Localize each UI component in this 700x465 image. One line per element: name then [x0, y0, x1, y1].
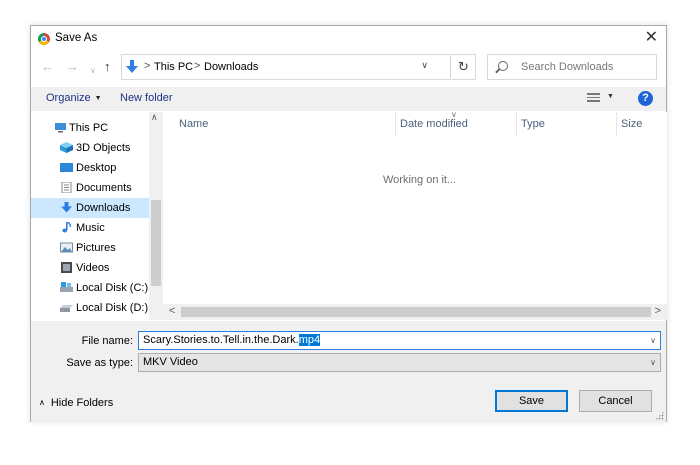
sidebar-item-documents[interactable]: Documents: [31, 178, 149, 198]
chrome-app-icon: [38, 33, 50, 45]
hide-folders-button[interactable]: ∧ Hide Folders: [39, 397, 113, 409]
sidebar-item-label: 3D Objects: [76, 142, 131, 154]
scroll-left-icon[interactable]: <: [169, 305, 175, 317]
save-button[interactable]: Save: [495, 390, 568, 412]
column-header-name[interactable]: Name: [179, 118, 208, 130]
view-options-icon[interactable]: [587, 93, 600, 104]
horizontal-scroll-thumb[interactable]: [181, 307, 651, 317]
sidebar-item-local-disk-c[interactable]: Local Disk (C:): [31, 278, 149, 298]
loading-status: Working on it...: [383, 174, 457, 186]
scroll-up-icon[interactable]: ∧: [151, 112, 158, 123]
pictures-icon: [60, 242, 73, 253]
save-as-type-select[interactable]: MKV Video ∨: [138, 353, 661, 372]
cancel-button[interactable]: Cancel: [579, 390, 652, 412]
column-divider[interactable]: [395, 112, 396, 136]
organize-label: Organize: [46, 92, 91, 104]
sidebar-item-this-pc[interactable]: This PC: [31, 118, 149, 138]
sidebar-item-label: Local Disk (D:): [76, 302, 149, 314]
local-disk-c-icon: [60, 282, 73, 292]
column-header-date-modified[interactable]: Date modified: [400, 118, 468, 130]
title-bar: Save As ✕: [31, 26, 666, 52]
sidebar-item-label: Music: [76, 222, 105, 234]
column-header-type[interactable]: Type: [521, 118, 545, 130]
desktop-icon: [60, 163, 73, 172]
address-bar[interactable]: > This PC > Downloads ∨: [121, 54, 451, 80]
close-icon[interactable]: ✕: [645, 29, 658, 47]
recent-locations-chevron-icon[interactable]: ∨: [90, 63, 96, 79]
sidebar-item-3d-objects[interactable]: 3D Objects: [31, 138, 149, 158]
sidebar-item-label: Desktop: [76, 162, 117, 174]
search-icon: [498, 61, 508, 71]
sidebar-item-label: This PC: [69, 122, 109, 134]
file-name-label: File name:: [81, 335, 133, 347]
sidebar-item-label: Videos: [76, 262, 110, 274]
sidebar-scroll-thumb[interactable]: [151, 200, 161, 286]
sidebar-item-label: Pictures: [76, 242, 116, 254]
breadcrumb-separator[interactable]: >: [194, 60, 200, 72]
file-list-pane: Name ∨ Date modified Type Size Working o…: [163, 110, 667, 320]
sidebar-item-videos[interactable]: Videos: [31, 258, 149, 278]
sidebar-item-pictures[interactable]: Pictures: [31, 238, 149, 258]
downloads-location-icon: [126, 60, 138, 73]
documents-icon: [61, 182, 72, 193]
sidebar-item-label: Local Disk (C:): [76, 282, 149, 294]
music-icon: [62, 222, 71, 233]
sidebar-item-downloads[interactable]: Downloads: [31, 198, 149, 218]
file-name-base: Scary.Stories.to.Tell.in.the.Dark.: [143, 334, 299, 346]
forward-arrow-icon[interactable]: →: [66, 59, 79, 75]
chevron-up-icon: ∧: [39, 398, 45, 407]
scroll-right-icon[interactable]: >: [655, 305, 661, 317]
local-disk-d-icon: [60, 305, 73, 312]
file-name-selected-extension: mp4: [298, 334, 321, 346]
videos-icon: [61, 262, 72, 273]
organize-menu[interactable]: Organize ▼: [46, 92, 102, 104]
column-divider[interactable]: [616, 112, 617, 136]
column-divider[interactable]: [516, 112, 517, 136]
window-title: Save As: [55, 32, 98, 44]
new-folder-button[interactable]: New folder: [120, 92, 173, 104]
save-as-type-value: MKV Video: [143, 356, 198, 368]
sidebar-item-label: Downloads: [76, 202, 131, 214]
navigation-pane: This PC 3D Objects Desktop Documents Dow…: [31, 112, 163, 320]
3d-objects-icon: [60, 142, 73, 153]
search-input[interactable]: [521, 59, 651, 75]
back-arrow-icon[interactable]: ←: [41, 59, 54, 75]
save-as-dialog: Save As ✕ ← → ∨ ↑ > This PC > Downloads …: [30, 25, 667, 422]
file-name-field[interactable]: Scary.Stories.to.Tell.in.the.Dark.mp4 ∨: [138, 331, 661, 350]
sidebar-item-label: Documents: [76, 182, 132, 194]
breadcrumb-separator[interactable]: >: [144, 60, 150, 72]
sidebar-scrollbar[interactable]: ∧: [149, 112, 163, 320]
sidebar-item-local-disk-d[interactable]: Local Disk (D:): [31, 298, 149, 318]
refresh-icon[interactable]: ↻: [452, 54, 476, 80]
breadcrumb-this-pc[interactable]: This PC: [154, 61, 193, 73]
breadcrumb-downloads[interactable]: Downloads: [204, 61, 258, 73]
save-form-panel: File name: Scary.Stories.to.Tell.in.the.…: [31, 321, 666, 422]
sidebar-item-desktop[interactable]: Desktop: [31, 158, 149, 178]
organize-caret-icon: ▼: [94, 95, 102, 102]
navigation-row: ← → ∨ ↑ > This PC > Downloads ∨ ↻: [31, 54, 666, 82]
file-name-value[interactable]: Scary.Stories.to.Tell.in.the.Dark.mp4: [143, 334, 321, 346]
this-pc-icon: [55, 123, 66, 133]
command-bar: Organize ▼ New folder ▼ ?: [31, 87, 666, 111]
hide-folders-label: Hide Folders: [50, 397, 114, 409]
up-arrow-icon[interactable]: ↑: [104, 59, 111, 75]
downloads-icon: [61, 202, 72, 213]
help-icon[interactable]: ?: [638, 91, 653, 106]
save-as-type-label: Save as type:: [66, 357, 133, 369]
sidebar-item-music[interactable]: Music: [31, 218, 149, 238]
column-header-size[interactable]: Size: [621, 118, 642, 130]
address-dropdown-icon[interactable]: ∨: [421, 60, 428, 71]
search-box[interactable]: [487, 54, 657, 80]
view-options-caret-icon[interactable]: ▼: [607, 93, 614, 100]
resize-grip-icon[interactable]: [655, 411, 664, 420]
file-list-horizontal-scrollbar[interactable]: < >: [163, 304, 667, 320]
save-as-type-dropdown-icon[interactable]: ∨: [650, 358, 656, 367]
file-name-dropdown-icon[interactable]: ∨: [650, 336, 656, 345]
